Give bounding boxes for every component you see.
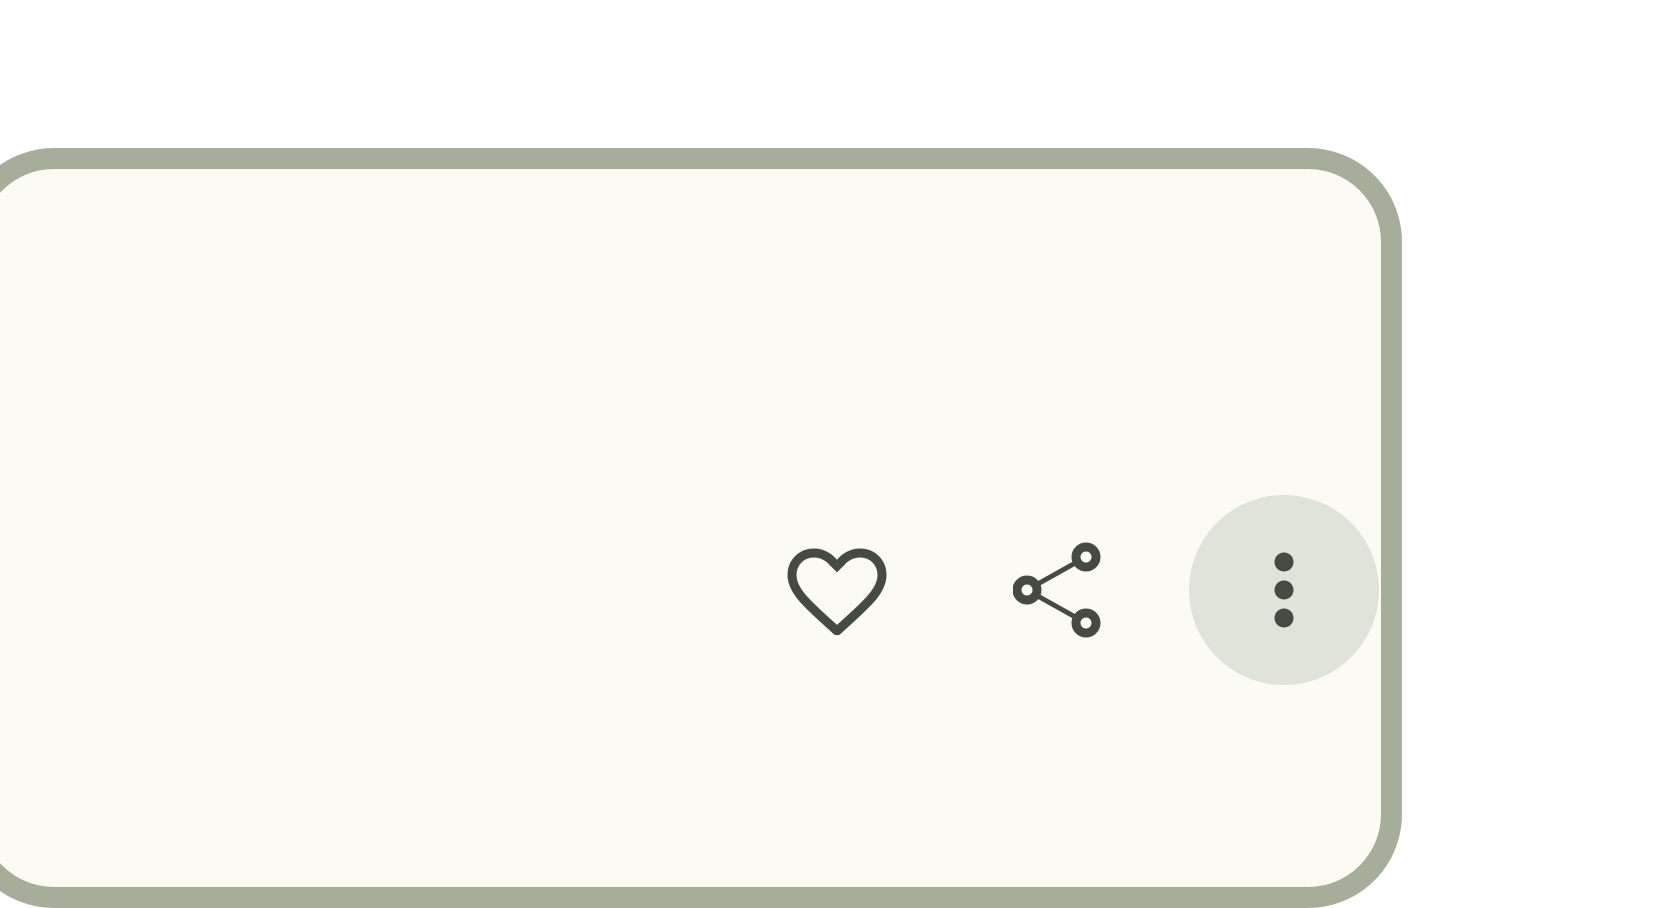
favorite-button[interactable] xyxy=(742,495,932,685)
more-options-button[interactable] xyxy=(1189,495,1379,685)
share-icon xyxy=(1013,540,1103,640)
heart-outline-icon xyxy=(787,545,887,635)
more-vertical-icon xyxy=(1272,550,1296,630)
share-button[interactable] xyxy=(963,495,1153,685)
card-action-bar xyxy=(0,495,1680,685)
